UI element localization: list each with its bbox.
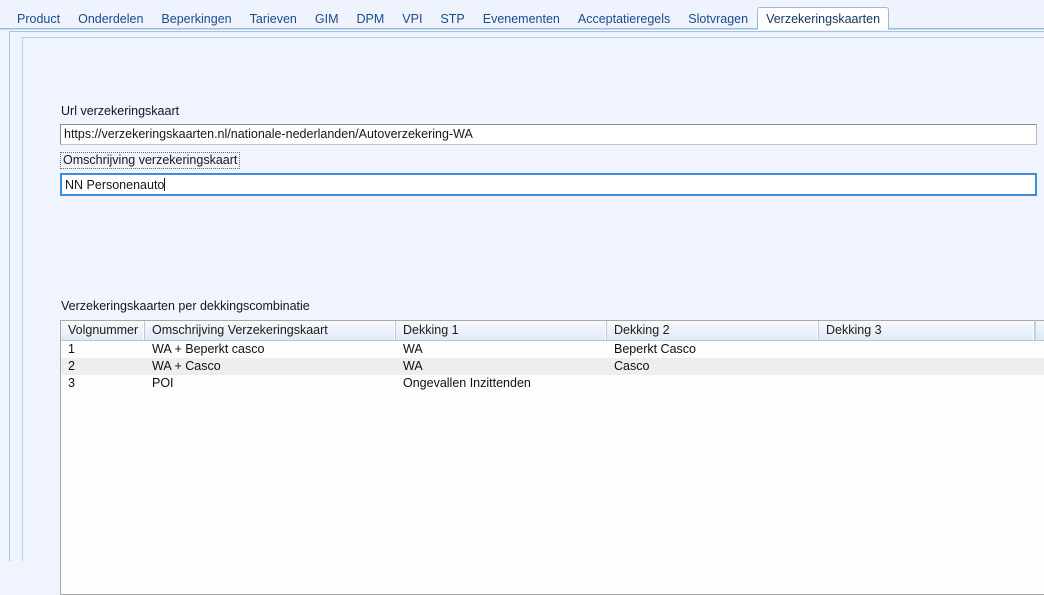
cell-dekking-2: Casco (614, 359, 650, 373)
cell-dekking-3 (819, 341, 1035, 358)
grid-caption: Verzekeringskaarten per dekkingscombinat… (61, 299, 310, 313)
application-window: Product Onderdelen Beperkingen Tarieven … (0, 0, 1044, 595)
content-panel-inner: Url verzekeringskaart https://verzekerin… (22, 37, 1044, 595)
url-input[interactable]: https://verzekeringskaarten.nl/nationale… (60, 124, 1037, 145)
tab-stp[interactable]: STP (431, 8, 473, 29)
cell-dekking-2 (607, 375, 819, 392)
grid-header-right-edge (1035, 320, 1036, 341)
tab-strip: Product Onderdelen Beperkingen Tarieven … (0, 0, 1044, 30)
grid-header-dekking-3[interactable]: Dekking 3 (819, 321, 1035, 340)
tab-gim[interactable]: GIM (306, 8, 348, 29)
tab-tarieven[interactable]: Tarieven (241, 8, 306, 29)
table-row[interactable]: 3 POI Ongevallen Inzittenden (61, 375, 1044, 392)
description-input[interactable]: NN Personenauto (60, 173, 1037, 196)
cell-volgnummer: 2 (68, 359, 75, 373)
cell-volgnummer: 3 (68, 376, 75, 390)
tab-beperkingen[interactable]: Beperkingen (152, 8, 240, 29)
url-field-label: Url verzekeringskaart (61, 104, 180, 118)
table-row[interactable]: 2 WA + Casco WA Casco (61, 358, 1044, 375)
cell-dekking-3 (819, 375, 1035, 392)
cell-volgnummer: 1 (68, 342, 75, 356)
cell-omschrijving: WA + Beperkt casco (152, 342, 265, 356)
cell-dekking-1: WA (403, 342, 423, 356)
tab-acceptatieregels[interactable]: Acceptatieregels (569, 8, 679, 29)
tab-product[interactable]: Product (8, 8, 69, 29)
grid-header-omschrijving[interactable]: Omschrijving Verzekeringskaart (145, 321, 396, 340)
description-input-value: NN Personenauto (65, 178, 165, 192)
tab-list: Product Onderdelen Beperkingen Tarieven … (8, 7, 890, 30)
cell-omschrijving: POI (152, 376, 174, 390)
cell-dekking-3 (819, 358, 1035, 375)
table-row[interactable]: 1 WA + Beperkt casco WA Beperkt Casco (61, 341, 1044, 358)
tab-verzekeringskaarten[interactable]: Verzekeringskaarten (757, 7, 890, 30)
grid-header-dekking-1[interactable]: Dekking 1 (396, 321, 607, 340)
tab-onderdelen[interactable]: Onderdelen (69, 8, 152, 29)
cell-dekking-2: Beperkt Casco (614, 342, 696, 356)
grid-header-dekking-2[interactable]: Dekking 2 (607, 321, 819, 340)
tab-vpi[interactable]: VPI (393, 8, 431, 29)
coverage-combination-grid[interactable]: Volgnummer Omschrijving Verzekeringskaar… (60, 320, 1044, 595)
text-caret (164, 178, 166, 191)
tab-slotvragen[interactable]: Slotvragen (679, 8, 757, 29)
cell-omschrijving: WA + Casco (152, 359, 221, 373)
grid-header-row: Volgnummer Omschrijving Verzekeringskaar… (61, 321, 1044, 341)
description-field-label: Omschrijving verzekeringskaart (60, 152, 241, 169)
cell-dekking-1: Ongevallen Inzittenden (403, 376, 531, 390)
cell-dekking-1: WA (403, 359, 423, 373)
grid-header-volgnummer[interactable]: Volgnummer (61, 321, 145, 340)
tab-dpm[interactable]: DPM (347, 8, 393, 29)
tab-evenementen[interactable]: Evenementen (474, 8, 569, 29)
